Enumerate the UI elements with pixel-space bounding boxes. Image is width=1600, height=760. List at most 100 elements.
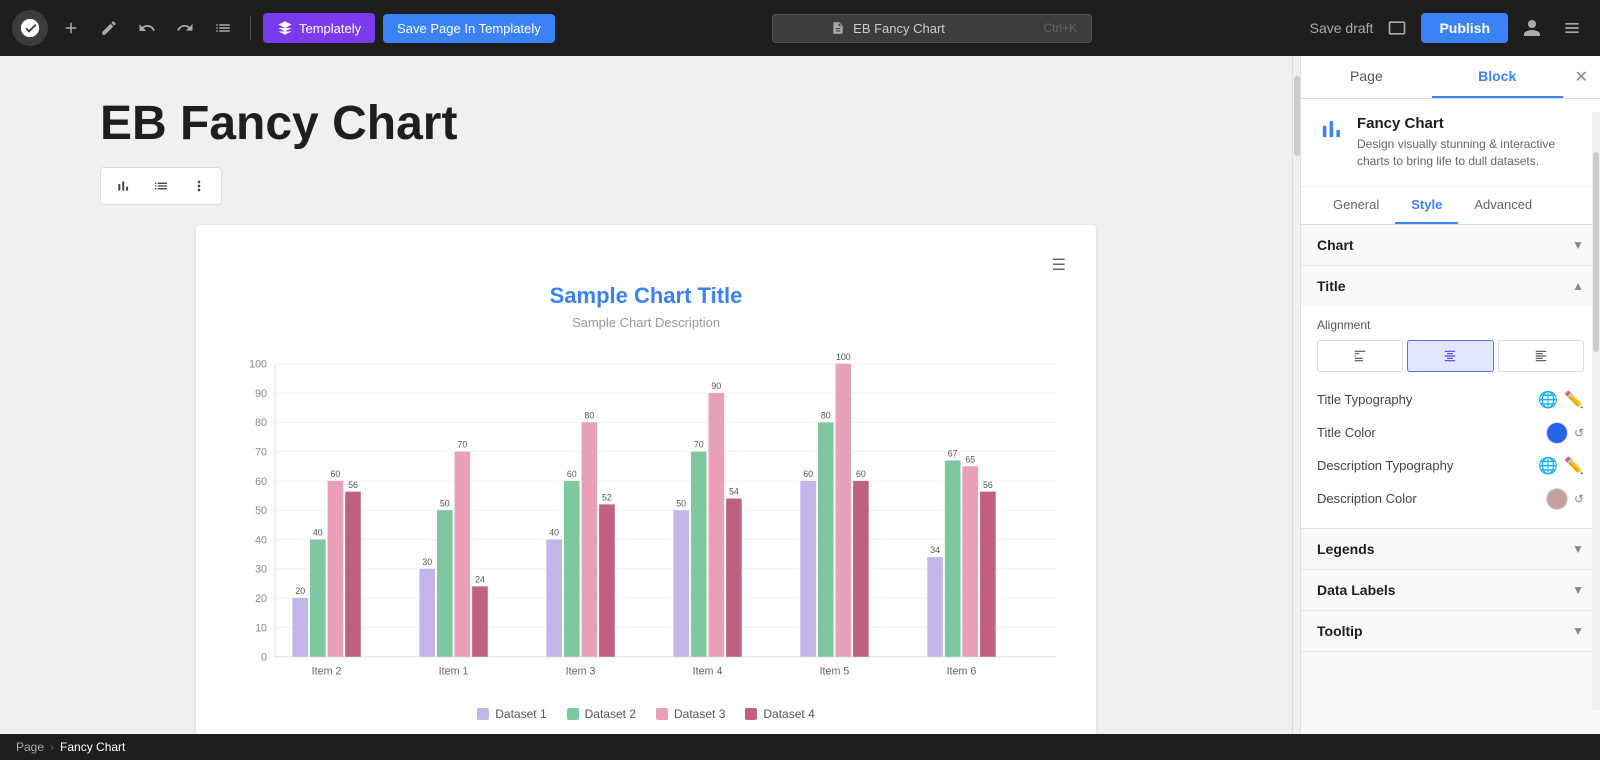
svg-text:Item 1: Item 1	[439, 665, 469, 677]
svg-text:40: 40	[255, 534, 267, 546]
svg-text:90: 90	[255, 388, 267, 400]
main-area: EB Fancy Chart ☰ Sample Chart Title Samp…	[0, 56, 1600, 734]
description-typography-globe-icon[interactable]: 🌐	[1538, 456, 1558, 476]
chart-svg: 100 90 80 70 60 50 40 30 20 10 0	[226, 350, 1066, 695]
plugin-info: Fancy Chart Design visually stunning & i…	[1301, 99, 1600, 187]
list-view-button[interactable]	[208, 13, 238, 43]
right-panel: Page Block ✕ Fancy Chart Design visually…	[1300, 56, 1600, 734]
svg-text:20: 20	[255, 593, 267, 605]
svg-text:60: 60	[255, 476, 267, 488]
svg-text:70: 70	[255, 447, 267, 459]
svg-text:Item 4: Item 4	[693, 665, 723, 677]
title-color-swatch[interactable]	[1546, 422, 1568, 444]
svg-text:50: 50	[440, 498, 450, 508]
title-typography-controls: 🌐 ✏️	[1538, 390, 1584, 410]
svg-text:100: 100	[249, 359, 267, 371]
save-page-button[interactable]: Save Page In Templately	[383, 14, 555, 43]
accordion-tooltip: Tooltip ▼	[1301, 611, 1600, 652]
accordion-title-chevron: ▲	[1572, 279, 1584, 293]
legend-color-1	[477, 708, 489, 720]
title-color-controls: ↺	[1546, 422, 1584, 444]
canvas-scrollbar[interactable]	[1292, 56, 1300, 734]
legend-item-4: Dataset 4	[745, 707, 814, 721]
publish-button[interactable]: Publish	[1421, 13, 1508, 43]
chart-description: Sample Chart Description	[226, 315, 1066, 330]
plugin-icon	[1317, 115, 1345, 148]
svg-text:24: 24	[475, 575, 485, 585]
accordion-chart-header[interactable]: Chart ▼	[1301, 225, 1600, 265]
edit-tool-button[interactable]	[94, 13, 124, 43]
search-bar[interactable]: EB Fancy Chart Ctrl+K	[772, 14, 1092, 43]
wp-logo[interactable]	[12, 10, 48, 46]
undo-button[interactable]	[132, 13, 162, 43]
svg-text:Item 3: Item 3	[566, 665, 596, 677]
breadcrumb-page-link[interactable]: Page	[16, 740, 44, 754]
align-left-button[interactable]	[1317, 340, 1403, 372]
svg-text:20: 20	[295, 586, 305, 596]
svg-text:65: 65	[965, 454, 975, 464]
description-color-controls: ↺	[1546, 488, 1584, 510]
svg-text:56: 56	[983, 480, 993, 490]
svg-text:0: 0	[261, 652, 267, 664]
settings-panel-button[interactable]	[1556, 12, 1588, 44]
add-block-button[interactable]	[56, 13, 86, 43]
title-typography-edit-icon[interactable]: ✏️	[1564, 390, 1584, 410]
svg-text:Item 5: Item 5	[820, 665, 850, 677]
panel-scrollbar[interactable]	[1592, 112, 1600, 710]
description-typography-row: Description Typography 🌐 ✏️	[1317, 450, 1584, 482]
user-avatar-button[interactable]	[1516, 12, 1548, 44]
templately-button[interactable]: Templately	[263, 13, 375, 43]
chart-menu-icon[interactable]: ☰	[226, 255, 1066, 275]
toolbar-center: EB Fancy Chart Ctrl+K	[563, 14, 1302, 43]
panel-close-button[interactable]: ✕	[1563, 59, 1600, 95]
svg-text:Item 2: Item 2	[312, 665, 342, 677]
legend-item-3: Dataset 3	[656, 707, 725, 721]
tab-page[interactable]: Page	[1301, 56, 1432, 98]
accordion-title-header[interactable]: Title ▲	[1301, 266, 1600, 306]
align-center-button[interactable]	[1407, 340, 1493, 372]
subtab-general[interactable]: General	[1317, 187, 1395, 224]
title-typography-globe-icon[interactable]: 🌐	[1538, 390, 1558, 410]
redo-button[interactable]	[170, 13, 200, 43]
description-color-reset[interactable]: ↺	[1574, 492, 1584, 506]
more-icon-button[interactable]	[181, 172, 217, 200]
subtab-advanced[interactable]: Advanced	[1458, 187, 1548, 224]
panel-scroll-thumb[interactable]	[1593, 152, 1599, 352]
accordion-chart: Chart ▼	[1301, 225, 1600, 266]
svg-text:60: 60	[331, 469, 341, 479]
subtab-style[interactable]: Style	[1395, 187, 1458, 224]
svg-text:10: 10	[255, 622, 267, 634]
description-color-swatch[interactable]	[1546, 488, 1568, 510]
accordion-title-body: Alignment Title Typo	[1301, 306, 1600, 528]
save-draft-button[interactable]: Save draft	[1310, 20, 1374, 36]
legend-color-2	[567, 708, 579, 720]
svg-text:52: 52	[602, 492, 612, 502]
chart-container: ☰ Sample Chart Title Sample Chart Descri…	[196, 225, 1096, 734]
accordion-legends: Legends ▼	[1301, 529, 1600, 570]
svg-text:Item 6: Item 6	[947, 665, 977, 677]
chart-legend: Dataset 1 Dataset 2 Dataset 3 Dataset 4	[226, 707, 1066, 721]
accordion-tooltip-header[interactable]: Tooltip ▼	[1301, 611, 1600, 651]
alignment-buttons	[1317, 340, 1584, 372]
description-color-row: Description Color ↺	[1317, 482, 1584, 516]
canvas-scroll-thumb[interactable]	[1294, 76, 1300, 156]
title-typography-row: Title Typography 🌐 ✏️	[1317, 384, 1584, 416]
accordion-legends-header[interactable]: Legends ▼	[1301, 529, 1600, 569]
preview-button[interactable]	[1381, 12, 1413, 44]
svg-text:50: 50	[676, 498, 686, 508]
align-right-button[interactable]	[1498, 340, 1584, 372]
svg-text:30: 30	[255, 564, 267, 576]
svg-text:80: 80	[255, 417, 267, 429]
legend-color-3	[656, 708, 668, 720]
breadcrumb-separator: ›	[50, 740, 54, 754]
accordion-data-labels-header[interactable]: Data Labels ▼	[1301, 570, 1600, 610]
tab-block[interactable]: Block	[1432, 56, 1563, 98]
description-typography-edit-icon[interactable]: ✏️	[1564, 456, 1584, 476]
svg-text:67: 67	[948, 449, 958, 459]
title-color-reset[interactable]: ↺	[1574, 426, 1584, 440]
breadcrumb-current: Fancy Chart	[60, 740, 125, 754]
chart-icon-button[interactable]	[105, 172, 141, 200]
align-icon-button[interactable]	[143, 172, 179, 200]
breadcrumb: Page › Fancy Chart	[0, 734, 1600, 760]
svg-text:50: 50	[255, 505, 267, 517]
